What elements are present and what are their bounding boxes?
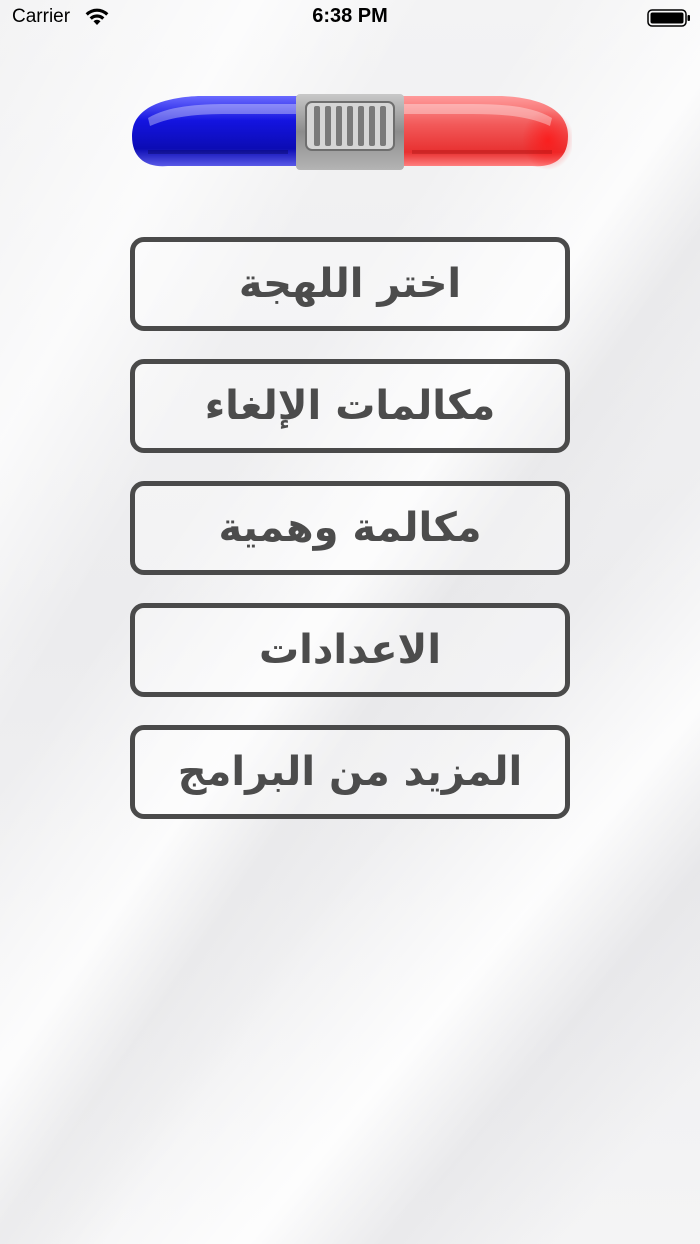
settings-label: الاعدادات — [258, 627, 442, 673]
police-siren-logo — [132, 94, 572, 170]
settings-button[interactable]: الاعدادات — [130, 603, 570, 697]
battery-icon — [647, 9, 690, 27]
cancel-calls-button[interactable]: مكالمات الإلغاء — [130, 359, 570, 453]
main-menu: اختر اللهجة مكالمات الإلغاء مكالمة وهمية… — [130, 237, 570, 847]
clock: 6:38 PM — [312, 5, 388, 27]
fake-call-label: مكالمة وهمية — [218, 505, 482, 551]
fake-call-button[interactable]: مكالمة وهمية — [130, 481, 570, 575]
more-apps-label: المزيد من البرامج — [177, 749, 523, 795]
cancel-calls-label: مكالمات الإلغاء — [204, 383, 496, 429]
choose-dialect-button[interactable]: اختر اللهجة — [130, 237, 570, 331]
status-bar: Carrier 6:38 PM — [0, 0, 700, 40]
more-apps-button[interactable]: المزيد من البرامج — [130, 725, 570, 819]
choose-dialect-label: اختر اللهجة — [238, 261, 462, 307]
